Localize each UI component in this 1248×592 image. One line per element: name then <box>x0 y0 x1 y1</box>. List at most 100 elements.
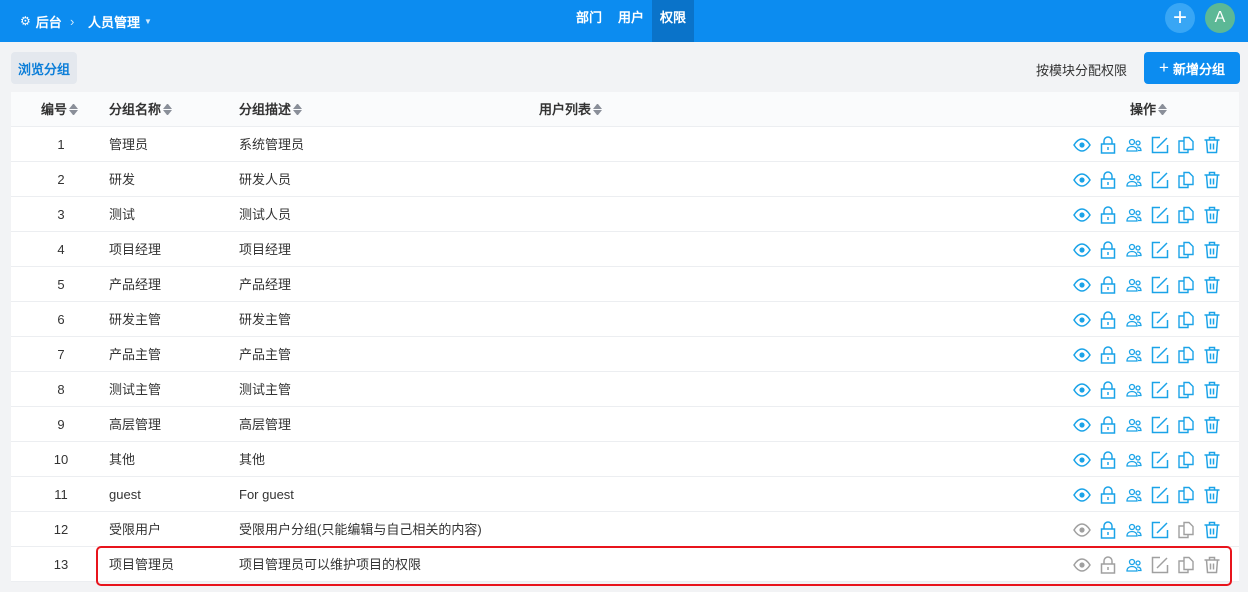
lock-icon[interactable] <box>1095 345 1121 365</box>
trash-icon[interactable] <box>1199 310 1225 330</box>
home-link[interactable]: ⚙ 后台 <box>20 0 62 42</box>
lock-icon[interactable] <box>1095 240 1121 260</box>
edit-icon[interactable] <box>1147 205 1173 225</box>
plus-icon[interactable]: + <box>1165 3 1195 33</box>
lock-icon[interactable] <box>1095 170 1121 190</box>
trash-icon[interactable] <box>1199 170 1225 190</box>
edit-icon[interactable] <box>1147 240 1173 260</box>
edit-icon[interactable] <box>1147 135 1173 155</box>
copy-icon[interactable] <box>1173 345 1199 365</box>
users-icon[interactable] <box>1121 310 1147 330</box>
lock-icon[interactable] <box>1095 415 1121 435</box>
edit-icon[interactable] <box>1147 520 1173 540</box>
tab-privilege[interactable]: 权限 <box>652 0 695 42</box>
users-icon[interactable] <box>1121 555 1147 575</box>
eye-icon[interactable] <box>1069 240 1095 260</box>
users-icon[interactable] <box>1121 485 1147 505</box>
eye-icon[interactable] <box>1069 520 1095 540</box>
users-icon[interactable] <box>1121 240 1147 260</box>
edit-icon[interactable] <box>1147 485 1173 505</box>
lock-icon[interactable] <box>1095 485 1121 505</box>
copy-icon[interactable] <box>1173 240 1199 260</box>
column-header-id[interactable]: 编号 <box>41 92 78 127</box>
trash-icon[interactable] <box>1199 415 1225 435</box>
trash-icon[interactable] <box>1199 345 1225 365</box>
copy-icon[interactable] <box>1173 135 1199 155</box>
users-icon[interactable] <box>1121 520 1147 540</box>
edit-icon[interactable] <box>1147 380 1173 400</box>
eye-icon[interactable] <box>1069 415 1095 435</box>
trash-icon[interactable] <box>1199 520 1225 540</box>
copy-icon[interactable] <box>1173 555 1199 575</box>
copy-icon[interactable] <box>1173 485 1199 505</box>
group-desc: 项目管理员可以维护项目的权限 <box>239 557 422 572</box>
lock-icon[interactable] <box>1095 205 1121 225</box>
users-icon[interactable] <box>1121 205 1147 225</box>
column-header-actions[interactable]: 操作 <box>1130 92 1167 127</box>
edit-icon[interactable] <box>1147 275 1173 295</box>
users-icon[interactable] <box>1121 170 1147 190</box>
lock-icon[interactable] <box>1095 310 1121 330</box>
assign-by-module-link[interactable]: 按模块分配权限 <box>1036 60 1127 79</box>
trash-icon[interactable] <box>1199 275 1225 295</box>
edit-icon[interactable] <box>1147 415 1173 435</box>
copy-icon[interactable] <box>1173 415 1199 435</box>
eye-icon[interactable] <box>1069 380 1095 400</box>
users-icon[interactable] <box>1121 415 1147 435</box>
copy-icon[interactable] <box>1173 205 1199 225</box>
eye-icon[interactable] <box>1069 555 1095 575</box>
row-actions <box>1069 162 1225 197</box>
users-icon[interactable] <box>1121 345 1147 365</box>
lock-icon[interactable] <box>1095 555 1121 575</box>
trash-icon[interactable] <box>1199 485 1225 505</box>
lock-icon[interactable] <box>1095 275 1121 295</box>
eye-icon[interactable] <box>1069 310 1095 330</box>
edit-icon[interactable] <box>1147 310 1173 330</box>
trash-icon[interactable] <box>1199 135 1225 155</box>
users-icon[interactable] <box>1121 275 1147 295</box>
users-icon[interactable] <box>1121 380 1147 400</box>
trash-icon[interactable] <box>1199 240 1225 260</box>
lock-icon[interactable] <box>1095 450 1121 470</box>
eye-icon[interactable] <box>1069 170 1095 190</box>
table-row: 9 高层管理 高层管理 <box>11 407 1239 442</box>
copy-icon[interactable] <box>1173 275 1199 295</box>
eye-icon[interactable] <box>1069 485 1095 505</box>
browse-groups-button[interactable]: 浏览分组 <box>11 52 77 84</box>
group-id: 12 <box>53 522 69 537</box>
trash-icon[interactable] <box>1199 205 1225 225</box>
column-header-name[interactable]: 分组名称 <box>109 92 172 127</box>
trash-icon[interactable] <box>1199 380 1225 400</box>
section-dropdown[interactable]: 人员管理 ▼ <box>88 0 152 42</box>
add-group-button[interactable]: + 新增分组 <box>1144 52 1240 84</box>
group-id: 7 <box>57 347 65 362</box>
trash-icon[interactable] <box>1199 555 1225 575</box>
edit-icon[interactable] <box>1147 170 1173 190</box>
edit-icon[interactable] <box>1147 450 1173 470</box>
copy-icon[interactable] <box>1173 310 1199 330</box>
lock-icon[interactable] <box>1095 380 1121 400</box>
trash-icon[interactable] <box>1199 450 1225 470</box>
edit-icon[interactable] <box>1147 555 1173 575</box>
avatar[interactable]: A <box>1205 3 1235 33</box>
users-icon[interactable] <box>1121 135 1147 155</box>
lock-icon[interactable] <box>1095 520 1121 540</box>
tab-department[interactable]: 部门 <box>568 0 610 42</box>
lock-icon[interactable] <box>1095 135 1121 155</box>
tab-users[interactable]: 用户 <box>610 0 652 42</box>
column-header-users[interactable]: 用户列表 <box>539 92 602 127</box>
copy-icon[interactable] <box>1173 170 1199 190</box>
edit-icon[interactable] <box>1147 345 1173 365</box>
copy-icon[interactable] <box>1173 380 1199 400</box>
eye-icon[interactable] <box>1069 345 1095 365</box>
eye-icon[interactable] <box>1069 275 1095 295</box>
users-icon[interactable] <box>1121 450 1147 470</box>
group-name: 测试 <box>109 207 136 222</box>
eye-icon[interactable] <box>1069 205 1095 225</box>
table-row: 2 研发 研发人员 <box>11 162 1239 197</box>
eye-icon[interactable] <box>1069 450 1095 470</box>
copy-icon[interactable] <box>1173 520 1199 540</box>
copy-icon[interactable] <box>1173 450 1199 470</box>
column-header-desc[interactable]: 分组描述 <box>239 92 302 127</box>
eye-icon[interactable] <box>1069 135 1095 155</box>
